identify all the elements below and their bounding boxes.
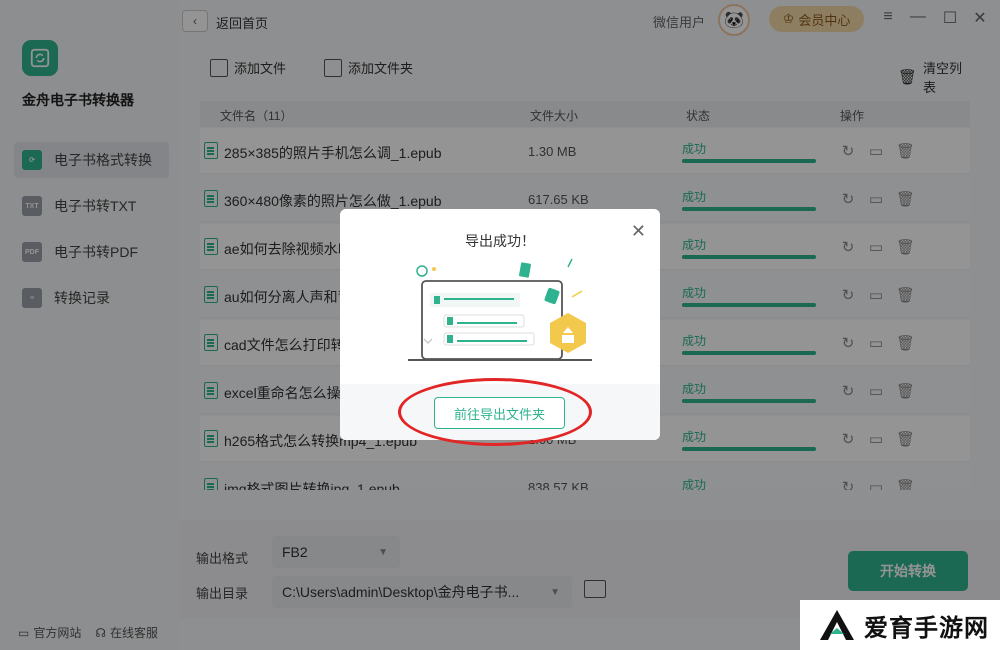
watermark: 爱育手游网 (800, 600, 1000, 650)
export-illustration (408, 258, 592, 361)
dialog-title: 导出成功！ (465, 233, 535, 249)
watermark-logo-icon (820, 610, 854, 640)
close-icon[interactable]: ✕ (631, 221, 646, 242)
annotation-ellipse (398, 378, 592, 446)
watermark-text: 爱育手游网 (864, 614, 989, 642)
